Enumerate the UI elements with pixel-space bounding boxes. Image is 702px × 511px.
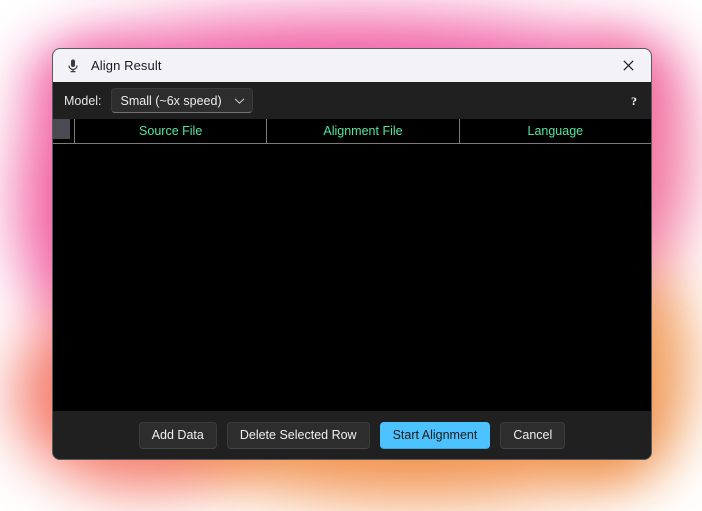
dialog-footer: Add Data Delete Selected Row Start Align…	[53, 411, 651, 459]
start-alignment-button[interactable]: Start Alignment	[379, 421, 491, 449]
close-icon	[623, 60, 634, 71]
add-data-button[interactable]: Add Data	[138, 421, 217, 449]
model-select[interactable]: Small (~6x speed)	[110, 88, 253, 113]
column-header-source-file[interactable]: Source File	[74, 119, 266, 143]
delete-selected-row-button[interactable]: Delete Selected Row	[226, 421, 370, 449]
model-label: Model:	[64, 93, 102, 108]
help-button[interactable]: ?	[627, 95, 641, 107]
column-header-language[interactable]: Language	[458, 119, 651, 143]
chevron-down-icon	[234, 97, 244, 104]
table-body-empty[interactable]	[53, 144, 651, 411]
cancel-button[interactable]: Cancel	[500, 421, 566, 449]
alignment-table: Source File Alignment File Language	[53, 119, 651, 411]
table-header-row: Source File Alignment File Language	[53, 119, 651, 144]
microphone-icon	[68, 59, 78, 72]
window-title: Align Result	[91, 58, 162, 73]
close-button[interactable]	[606, 49, 651, 82]
title-bar[interactable]: Align Result	[53, 49, 651, 82]
table-corner-cell[interactable]	[53, 119, 74, 143]
model-select-value: Small (~6x speed)	[120, 93, 222, 108]
align-result-dialog: Align Result Model: Small (~6x speed) ? …	[52, 48, 652, 460]
column-header-alignment-file[interactable]: Alignment File	[266, 119, 458, 143]
model-toolbar: Model: Small (~6x speed) ?	[53, 82, 651, 119]
